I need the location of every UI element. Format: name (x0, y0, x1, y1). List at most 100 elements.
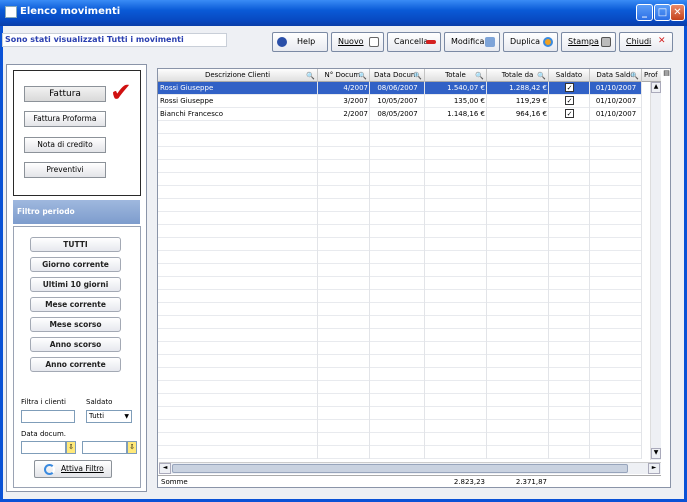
vertical-scrollbar[interactable]: ▲ ▼ (650, 82, 661, 460)
empty-row[interactable] (158, 238, 642, 251)
close-button[interactable]: ✕ (670, 4, 685, 21)
new-button[interactable]: Nuovo (331, 32, 384, 52)
date-from-input[interactable] (21, 441, 66, 454)
table-row[interactable]: Bianchi Francesco 2/2007 08/05/2007 1.148,1… (158, 108, 642, 121)
scroll-thumb[interactable] (172, 464, 628, 473)
col-paid-header[interactable]: Saldato (549, 69, 590, 82)
horizontal-scrollbar[interactable]: ◄ ► (159, 462, 661, 474)
search-icon[interactable]: 🔍 (537, 70, 546, 82)
duplicate-button[interactable]: Duplica (503, 32, 558, 52)
maximize-button[interactable]: □ (654, 4, 671, 21)
scroll-left-icon[interactable]: ◄ (159, 463, 171, 474)
empty-row[interactable] (158, 394, 642, 407)
filter-all-button[interactable]: TUTTI (30, 237, 121, 252)
empty-row[interactable] (158, 264, 642, 277)
empty-row[interactable] (158, 251, 642, 264)
edit-button[interactable]: Modifica (444, 32, 500, 52)
grid-cell (158, 355, 318, 368)
empty-row[interactable] (158, 277, 642, 290)
delete-button[interactable]: Cancella (387, 32, 441, 52)
filter-last-year-button[interactable]: Anno scorso (30, 337, 121, 352)
filter-last-month-button[interactable]: Mese scorso (30, 317, 121, 332)
grid-cell (590, 316, 642, 329)
grid-cell (487, 121, 549, 134)
empty-row[interactable] (158, 407, 642, 420)
calendar-from-icon[interactable]: ⇩ (66, 441, 76, 454)
help-button[interactable]: Help (272, 32, 328, 52)
search-icon[interactable]: 🔍 (413, 70, 422, 82)
empty-row[interactable] (158, 342, 642, 355)
grid-cell (590, 173, 642, 186)
close-window-button[interactable]: Chiudi ✕ (619, 32, 673, 52)
empty-row[interactable] (158, 290, 642, 303)
col-paid-date-header[interactable]: Data Saldo 🔍 (590, 69, 642, 82)
date-to-input[interactable] (82, 441, 127, 454)
credit-note-button[interactable]: Nota di credito (24, 137, 106, 153)
table-row[interactable]: Rossi Giuseppe 3/2007 10/05/2007 135,00 € 11… (158, 95, 642, 108)
cell-num: 4/2007 (343, 84, 368, 92)
search-icon[interactable]: 🔍 (475, 70, 484, 82)
empty-row[interactable] (158, 160, 642, 173)
col-prof-header[interactable]: Prof (642, 69, 661, 82)
scroll-down-icon[interactable]: ▼ (651, 448, 661, 459)
search-icon[interactable]: 🔍 (630, 70, 639, 82)
empty-row[interactable] (158, 316, 642, 329)
grid-cell (158, 212, 318, 225)
filter-year-button[interactable]: Anno corrente (30, 357, 121, 372)
grid-cell (318, 121, 370, 134)
empty-row[interactable] (158, 446, 642, 459)
grid-cell (370, 277, 425, 290)
filter-last10-button[interactable]: Ultimi 10 giorni (30, 277, 121, 292)
print-button[interactable]: Stampa (561, 32, 616, 52)
paid-checkbox[interactable]: ✓ (565, 109, 574, 118)
grid-cell (370, 147, 425, 160)
empty-row[interactable] (158, 355, 642, 368)
empty-row[interactable] (158, 368, 642, 381)
empty-row[interactable] (158, 147, 642, 160)
search-icon[interactable]: 🔍 (306, 70, 315, 82)
filter-clients-input[interactable] (21, 410, 75, 423)
app-icon (5, 6, 17, 18)
quotes-button[interactable]: Preventivi (24, 162, 106, 178)
grid-header: Descrizione Clienti 🔍 N° Docum. 🔍 Data Doc… (158, 69, 661, 82)
column-chooser-icon[interactable]: ▤ (662, 69, 671, 81)
empty-row[interactable] (158, 173, 642, 186)
empty-row[interactable] (158, 199, 642, 212)
empty-row[interactable] (158, 121, 642, 134)
empty-row[interactable] (158, 329, 642, 342)
empty-row[interactable] (158, 381, 642, 394)
grid-cell (318, 381, 370, 394)
search-icon[interactable]: 🔍 (358, 70, 367, 82)
col-total-header[interactable]: Totale 🔍 (425, 69, 487, 82)
minimize-button[interactable]: _ (636, 4, 653, 21)
empty-row[interactable] (158, 420, 642, 433)
proforma-button[interactable]: Fattura Proforma (24, 111, 106, 127)
scroll-up-icon[interactable]: ▲ (651, 82, 661, 93)
empty-row[interactable] (158, 433, 642, 446)
empty-row[interactable] (158, 303, 642, 316)
grid-cell (549, 251, 590, 264)
calendar-to-icon[interactable]: ⇩ (127, 441, 137, 454)
title-bar[interactable]: Elenco movimenti _ □ ✕ (0, 0, 687, 26)
table-row[interactable]: Rossi Giuseppe 4/2007 08/06/2007 1.540,07 €… (158, 82, 642, 95)
empty-row[interactable] (158, 225, 642, 238)
scroll-right-icon[interactable]: ► (648, 463, 660, 474)
grid-cell (425, 446, 487, 459)
fattura-button[interactable]: Fattura (24, 86, 106, 102)
paid-checkbox[interactable]: ✓ (565, 83, 574, 92)
grid-cell (590, 381, 642, 394)
grid-cell (549, 212, 590, 225)
col-total-due-header[interactable]: Totale da 🔍 (487, 69, 549, 82)
filter-month-button[interactable]: Mese corrente (30, 297, 121, 312)
filter-today-button[interactable]: Giorno corrente (30, 257, 121, 272)
col-client-header[interactable]: Descrizione Clienti 🔍 (158, 69, 318, 82)
col-date-header[interactable]: Data Docum. 🔍 (370, 69, 425, 82)
empty-row[interactable] (158, 134, 642, 147)
empty-row[interactable] (158, 186, 642, 199)
paid-select[interactable]: Tutti ▼ (86, 410, 132, 423)
apply-filter-button[interactable]: Attiva Filtro (34, 460, 112, 478)
empty-row[interactable] (158, 212, 642, 225)
col-num-header[interactable]: N° Docum. 🔍 (318, 69, 370, 82)
grid-cell (370, 290, 425, 303)
paid-checkbox[interactable]: ✓ (565, 96, 574, 105)
